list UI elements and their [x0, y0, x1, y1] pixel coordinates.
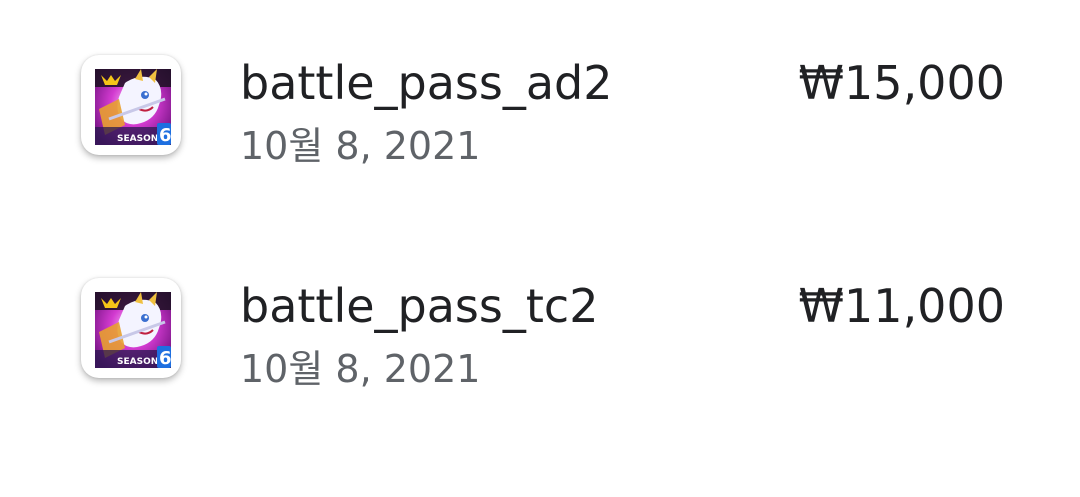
item-price: ₩11,000: [798, 279, 1005, 333]
svg-text:6: 6: [159, 125, 171, 145]
game-art: SEASON 6: [95, 292, 171, 368]
item-name: battle_pass_ad2: [240, 56, 613, 110]
svg-text:SEASON: SEASON: [117, 134, 158, 144]
purchase-row[interactable]: SEASON 6 battle_pass_ad2 10월 8, 2021 ₩15…: [0, 20, 1080, 220]
purchase-date: 10월 8, 2021: [240, 347, 481, 391]
game-art: SEASON 6: [95, 69, 171, 145]
game-app-icon: SEASON 6: [81, 55, 181, 155]
item-price: ₩15,000: [798, 56, 1005, 110]
svg-text:SEASON: SEASON: [117, 357, 158, 367]
purchase-history-list: SEASON 6 battle_pass_ad2 10월 8, 2021 ₩15…: [0, 0, 1080, 497]
purchase-date: 10월 8, 2021: [240, 124, 481, 168]
svg-text:6: 6: [159, 348, 171, 368]
item-name: battle_pass_tc2: [240, 279, 599, 333]
game-app-icon: SEASON 6: [81, 278, 181, 378]
purchase-row[interactable]: SEASON 6 battle_pass_tc2 10월 8, 2021 ₩11…: [0, 243, 1080, 443]
